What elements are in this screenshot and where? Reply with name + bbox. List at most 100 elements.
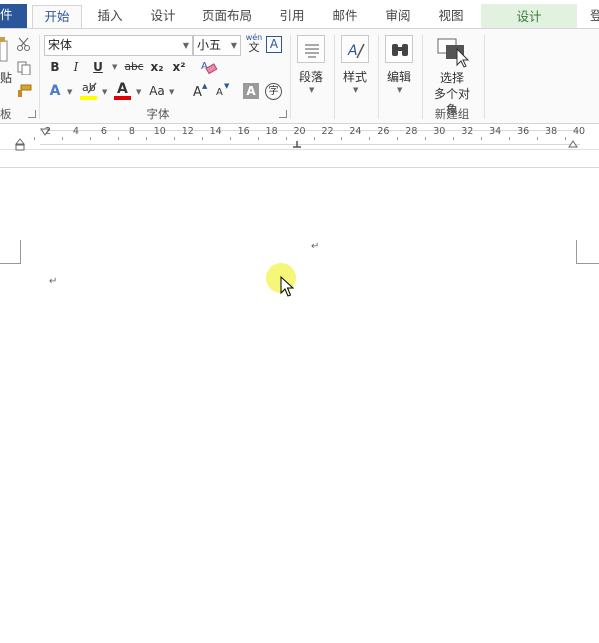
group-separator <box>484 35 485 119</box>
right-indent-marker[interactable] <box>568 137 578 151</box>
paste-label: 贴 <box>0 71 13 85</box>
enclose-characters-button[interactable]: 字 <box>265 83 282 100</box>
page-top-margin <box>0 151 599 168</box>
ruler-number: 32 <box>461 126 474 137</box>
ruler-tick <box>369 137 371 140</box>
ruler-tick <box>201 137 203 140</box>
ruler-tick <box>34 137 36 140</box>
styles-icon[interactable]: A <box>341 35 369 63</box>
paragraph-mark: ↵ <box>49 276 58 287</box>
ruler-number: 12 <box>181 126 194 137</box>
ruler-tick <box>285 137 287 140</box>
superscript-button[interactable]: x² <box>170 57 188 77</box>
format-painter-icon[interactable] <box>16 84 32 101</box>
chevron-down-icon[interactable]: ▼ <box>112 63 117 71</box>
chevron-down-icon[interactable]: ▼ <box>169 88 174 96</box>
ruler-tick <box>453 137 455 140</box>
tab-file[interactable]: 件 <box>0 4 27 29</box>
chevron-down-icon[interactable]: ▼ <box>136 88 141 96</box>
ruler-number: 14 <box>209 126 222 137</box>
ruler-tick <box>173 137 175 140</box>
editing-button[interactable]: 编辑 <box>381 68 417 85</box>
chevron-down-icon: ▼ <box>230 41 237 50</box>
styles-button[interactable]: 样式 <box>337 68 373 85</box>
ruler-tick <box>117 137 119 140</box>
clipboard-group-label: 板 <box>0 107 12 121</box>
binoculars-icon[interactable] <box>385 35 413 63</box>
ruler-tick <box>229 137 231 140</box>
first-line-indent-marker[interactable] <box>40 125 50 139</box>
chevron-down-icon[interactable]: ▼ <box>67 88 72 96</box>
margin-corner-top-right <box>576 240 599 264</box>
ruler-number: 10 <box>153 126 166 137</box>
cut-icon[interactable] <box>16 37 32 54</box>
character-border-button[interactable]: A <box>266 36 282 53</box>
chevron-down-icon[interactable]: ▼ <box>102 88 107 96</box>
ruler-tick <box>397 137 399 140</box>
subscript-button[interactable]: x₂ <box>148 57 166 77</box>
shrink-font-label: A <box>216 87 223 98</box>
change-case-button[interactable]: Aa <box>147 81 167 101</box>
select-objects-icon[interactable] <box>437 37 470 72</box>
shrink-font-button[interactable]: A ▼ <box>214 82 230 100</box>
ribbon: 贴 板 宋体 ▼ 小五 ▼ wén 文 A B I U ▼ abc x₂ x² … <box>0 28 599 124</box>
italic-button[interactable]: I <box>68 57 84 77</box>
phonetic-guide-button[interactable]: wén 文 <box>244 33 264 57</box>
underline-button[interactable]: U <box>90 57 106 77</box>
clear-formatting-icon[interactable]: A <box>200 59 218 78</box>
font-name-value: 宋体 <box>48 38 73 52</box>
bold-button[interactable]: B <box>47 57 63 77</box>
ribbon-tab-bar: 件 开始 插入 设计 页面布局 引用 邮件 审阅 视图 设计 登 <box>0 0 599 29</box>
ruler-tick <box>313 137 315 140</box>
phonetic-guide-bottom: 文 <box>248 41 260 54</box>
ruler-tick <box>565 137 567 140</box>
tab-page-layout[interactable]: 页面布局 <box>196 5 258 29</box>
tab-design[interactable]: 设计 <box>143 5 183 29</box>
chevron-down-icon[interactable]: ▼ <box>309 86 314 94</box>
font-name-combo[interactable]: 宋体 ▼ <box>44 35 193 56</box>
font-color-swatch <box>114 96 131 100</box>
tab-home[interactable]: 开始 <box>32 5 82 29</box>
margin-corner-top-left <box>0 240 21 264</box>
text-effects-button[interactable]: A <box>47 81 63 101</box>
tab-view[interactable]: 视图 <box>431 5 471 29</box>
tab-mailings[interactable]: 邮件 <box>325 5 365 29</box>
ruler-tick <box>89 137 91 140</box>
tab-stop-marker[interactable] <box>292 137 302 151</box>
login-link[interactable]: 登 <box>590 5 599 29</box>
chevron-down-icon: ▼ <box>182 41 189 50</box>
ruler-number: 30 <box>433 126 446 137</box>
grow-font-button[interactable]: A ▲ <box>192 82 208 100</box>
font-size-combo[interactable]: 小五 ▼ <box>193 35 241 56</box>
tab-review[interactable]: 审阅 <box>378 5 418 29</box>
ruler-number: 16 <box>237 126 250 137</box>
font-size-value: 小五 <box>197 38 222 52</box>
paste-icon[interactable] <box>0 37 8 63</box>
strikethrough-button[interactable]: abc <box>123 57 145 77</box>
ruler-tick <box>145 137 147 140</box>
ruler-tick <box>425 137 427 140</box>
tab-references[interactable]: 引用 <box>272 5 312 29</box>
font-dialog-launcher[interactable] <box>279 110 287 118</box>
document-page[interactable] <box>0 151 599 643</box>
font-group-label: 字体 <box>146 107 170 121</box>
tab-insert[interactable]: 插入 <box>90 5 130 29</box>
copy-icon[interactable] <box>16 61 32 78</box>
paragraph-icon[interactable] <box>297 35 325 63</box>
group-separator <box>39 35 40 119</box>
paragraph-button[interactable]: 段落 <box>293 68 329 85</box>
ruler-number: 22 <box>321 126 334 137</box>
character-shading-button[interactable]: A <box>243 83 259 99</box>
chevron-down-icon[interactable]: ▼ <box>397 86 402 94</box>
chevron-down-icon[interactable]: ▼ <box>353 86 358 94</box>
clipboard-dialog-launcher[interactable] <box>28 110 36 118</box>
group-separator <box>422 35 423 119</box>
svg-text:A: A <box>347 43 358 59</box>
tab-context-design[interactable]: 设计 <box>481 4 577 29</box>
highlight-button[interactable]: ab <box>80 81 100 101</box>
mouse-pointer-icon <box>280 275 295 301</box>
ruler-tick <box>257 137 259 140</box>
select-label-line1: 选择 <box>439 71 464 85</box>
font-color-button[interactable]: A <box>114 81 132 101</box>
paragraph-mark: ↵ <box>311 241 320 252</box>
